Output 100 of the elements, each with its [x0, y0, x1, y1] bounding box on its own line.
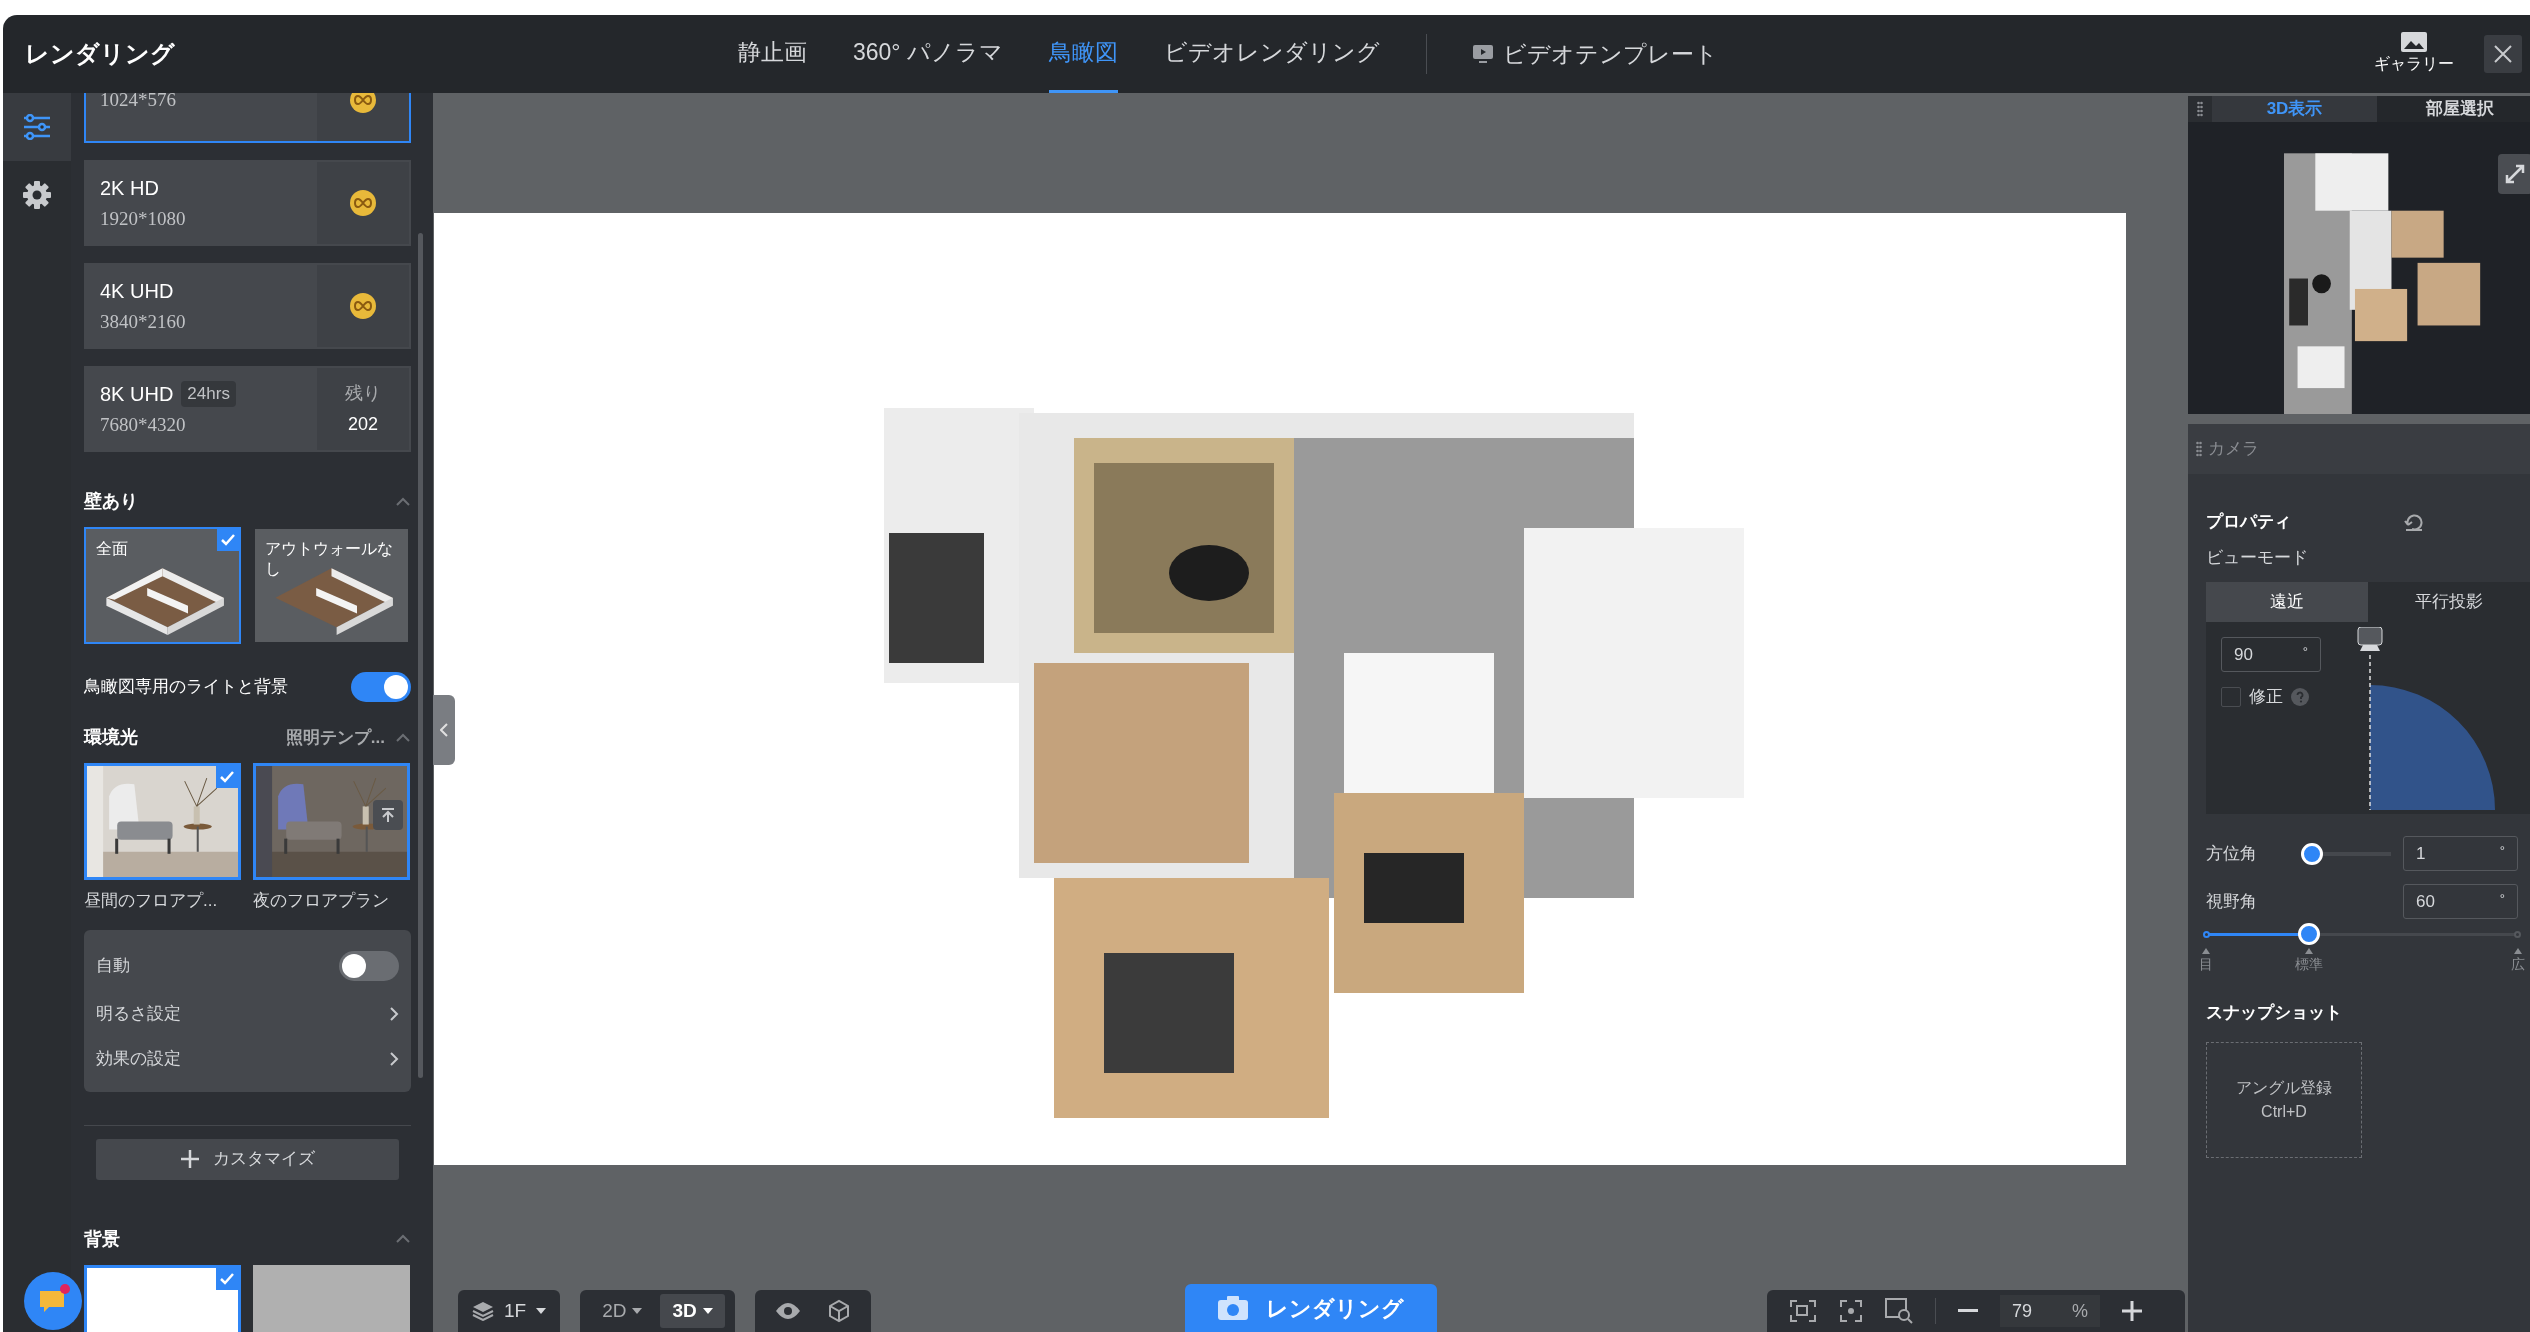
preset-label: 夜のフロアプラン: [253, 890, 390, 912]
toggle-switch[interactable]: [339, 950, 399, 981]
view-toggle[interactable]: 2D: [590, 1294, 655, 1328]
section-title: プロパティ: [2206, 511, 2291, 533]
wall-option-label: アウトウォールなし: [265, 539, 394, 579]
caret-icon: [536, 1308, 547, 1314]
view-mode-tab[interactable]: 遠近: [2206, 582, 2368, 622]
layers-icon: [472, 1301, 494, 1321]
slider-thumb[interactable]: [2297, 923, 2320, 945]
chevron-right-icon: [389, 1051, 399, 1067]
tick-marker-icon: [2514, 948, 2522, 954]
checkbox[interactable]: [2221, 686, 2241, 707]
duration-badge: 24hrs: [181, 381, 236, 407]
azimuth-field[interactable]: 1 °: [2403, 836, 2518, 871]
rail-tab[interactable]: [3, 93, 71, 161]
collapse-chevron-icon[interactable]: [395, 496, 411, 507]
expand-icon: [2505, 163, 2525, 184]
field-label: 方位角: [2206, 842, 2258, 865]
coin-icon: [349, 93, 377, 114]
template-link[interactable]: 照明テンプ...: [285, 724, 385, 751]
section-title: 環境光: [84, 726, 138, 749]
resolution-card[interactable]: 1024*576: [84, 93, 411, 143]
toggle-switch[interactable]: [351, 672, 411, 702]
focus-icon[interactable]: [1839, 1299, 1863, 1323]
field-label: ビューモード: [2206, 546, 2309, 569]
fov-slider[interactable]: [2206, 922, 2518, 946]
minimap-tab[interactable]: 部屋選択: [2377, 96, 2530, 122]
close-button[interactable]: [2484, 35, 2522, 73]
zoom-in-icon[interactable]: [2122, 1301, 2142, 1321]
section-title: 背景: [84, 1227, 120, 1251]
resolution-card[interactable]: 2K HD 1920*1080: [84, 160, 411, 246]
collapse-chevron-icon[interactable]: [395, 732, 411, 743]
remaining-label: 残り: [345, 382, 381, 405]
resolution-card[interactable]: 4K UHD 3840*2160: [84, 263, 411, 349]
chat-icon: [39, 1288, 67, 1314]
image-icon: [2401, 32, 2427, 52]
background-option[interactable]: [84, 1264, 241, 1332]
slider-mark-label: 目: [2199, 955, 2213, 974]
close-icon: [2493, 44, 2513, 64]
resolution-size: 3840*2160: [100, 309, 187, 334]
resolution-size: 7680*4320: [100, 412, 187, 437]
mode-tab[interactable]: 静止画: [738, 15, 807, 93]
caret-icon: [702, 1308, 713, 1314]
drag-handle-icon[interactable]: [2197, 100, 2203, 117]
azimuth-slider[interactable]: [2301, 842, 2391, 865]
expand-button[interactable]: [2498, 153, 2530, 194]
minimap-tab[interactable]: 3D表示: [2212, 96, 2377, 122]
slider-mark-label: 標準: [2294, 955, 2323, 974]
tick-marker-icon: [2304, 948, 2313, 954]
view-toggle[interactable]: 3D: [660, 1294, 725, 1328]
fov-field[interactable]: 60 °: [2403, 884, 2518, 919]
pin-top-icon[interactable]: [373, 800, 403, 830]
settings-row[interactable]: 効果の設定: [96, 1036, 399, 1082]
render-button[interactable]: レンダリング: [1184, 1284, 1437, 1332]
settings-row[interactable]: 明るさ設定: [96, 991, 399, 1037]
mode-tab[interactable]: ビデオレンダリング: [1163, 15, 1380, 93]
coin-icon: [349, 189, 377, 217]
fit-view-icon[interactable]: [1789, 1299, 1817, 1323]
plus-icon: [180, 1150, 199, 1168]
add-angle-button[interactable]: アングル登録 Ctrl+D: [2206, 1041, 2362, 1158]
collapse-chevron-icon[interactable]: [395, 1234, 411, 1244]
video-template-tab[interactable]: ビデオテンプレート: [1472, 36, 1718, 72]
camera-icon: [1217, 1296, 1248, 1320]
floor-selector[interactable]: 1F: [458, 1290, 561, 1332]
preset-label: 昼間のフロアプ...: [84, 890, 219, 912]
zoom-search-icon[interactable]: [1885, 1298, 1913, 1324]
view-mode-tab[interactable]: 平行投影: [2368, 582, 2530, 622]
video-icon: [1472, 45, 1493, 63]
panel-title: カメラ: [2208, 438, 2259, 461]
field-label: 視野角: [2206, 890, 2258, 913]
section-title: 壁あり: [84, 490, 138, 513]
setting-label: 自動: [96, 954, 130, 977]
caret-icon: [632, 1308, 643, 1314]
slider-thumb[interactable]: [2301, 842, 2323, 865]
gallery-button[interactable]: ギャラリー: [2374, 32, 2454, 76]
settings-icon: [22, 180, 52, 210]
resolution-name: 4K UHD: [100, 278, 174, 304]
chevron-right-icon: [389, 1006, 399, 1022]
remaining-count: 202: [347, 413, 378, 436]
collapse-handle[interactable]: [433, 695, 455, 765]
resolution-size: 1024*576: [100, 93, 177, 112]
zoom-field[interactable]: 79 %: [2000, 1295, 2100, 1327]
slider-mark-label: 広: [2511, 955, 2525, 974]
resolution-size: 1920*1080: [100, 206, 187, 231]
mode-tab[interactable]: 360° パノラマ: [853, 15, 1003, 93]
zoom-out-icon[interactable]: [1958, 1309, 1978, 1313]
eye-icon[interactable]: [774, 1302, 801, 1320]
reset-icon[interactable]: [2403, 512, 2424, 531]
cube-icon[interactable]: [826, 1299, 851, 1323]
drag-handle-icon[interactable]: [2196, 441, 2202, 457]
customize-button[interactable]: カスタマイズ: [96, 1138, 399, 1180]
tick-marker-icon: [2202, 948, 2210, 954]
wall-option[interactable]: アウトウォールなし: [253, 527, 410, 644]
section-title: スナップショット: [2206, 1002, 2342, 1024]
resolution-name: 8K UHD: [100, 381, 174, 407]
pitch-field[interactable]: 90 °: [2221, 637, 2321, 672]
app-title: レンダリング: [24, 39, 176, 69]
wall-option[interactable]: 全面: [84, 527, 241, 644]
resolution-card[interactable]: 8K UHD 24hrs 7680*4320 残り 202: [84, 366, 411, 452]
resolution-name: 2K HD: [100, 175, 159, 201]
